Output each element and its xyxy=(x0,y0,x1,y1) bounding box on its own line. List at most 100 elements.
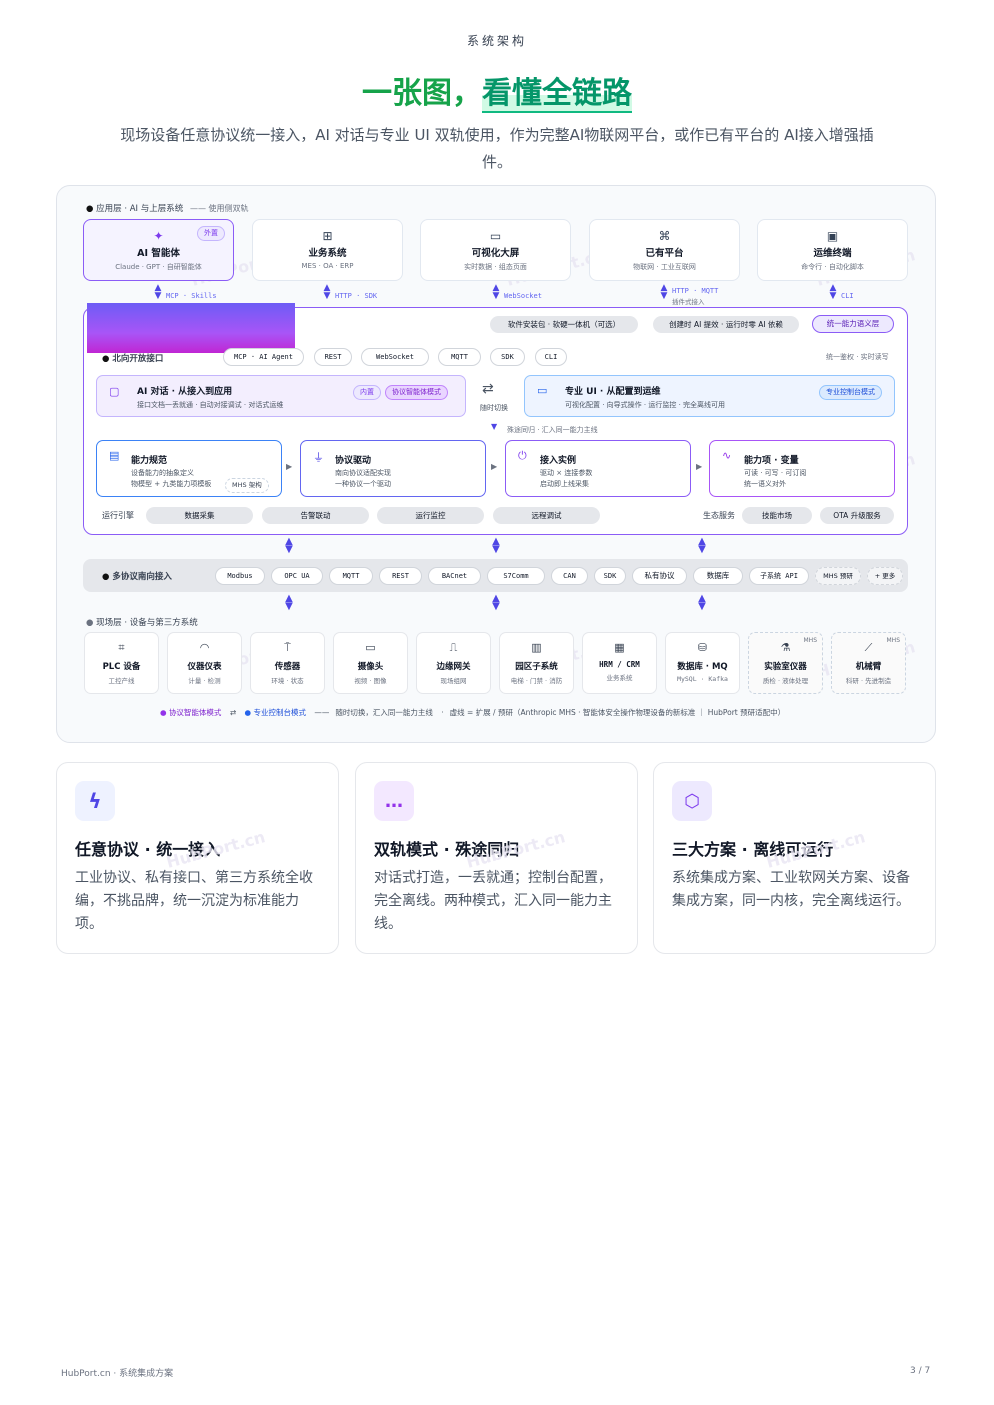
runtime-pill: 创建时 AI 提效 · 运行时零 AI 依赖 xyxy=(653,316,799,333)
app-card-sub: 实时数据 · 组态页面 xyxy=(464,263,527,271)
field-item-meter[interactable]: ◠ 仪器仪表 计量 · 检测 xyxy=(167,632,242,694)
chat-icon: … xyxy=(374,781,414,821)
router-icon: ⎍ xyxy=(449,641,458,654)
mhs-tag: MHS xyxy=(886,637,901,644)
bidirectional-arrow-icon: ▲ ▼ xyxy=(492,593,500,612)
protocol-pill[interactable]: MQTT xyxy=(329,567,373,585)
engine-item: 告警联动 xyxy=(262,507,369,524)
north-pill-mcp[interactable]: MCP · AI Agent xyxy=(223,348,304,366)
field-item-plc[interactable]: ⌗ PLC 设备 工控产线 xyxy=(84,632,159,694)
field-item-sub: 质检 · 液体处理 xyxy=(762,677,809,685)
app-card-ai-agent[interactable]: ✦ AI 智能体 Claude · GPT · 自研智能体 外置 xyxy=(83,219,234,281)
capability-variable-card[interactable]: ∿ 能力项 · 变量 可读 · 可写 · 可订阅 统一语义对外 xyxy=(709,440,895,497)
field-item-name: 园区子系统 xyxy=(515,662,558,672)
diagram-legend: ● 协议智能体模式 ⇄ ● 专业控制台模式 —— 随时切换，汇入同一能力主线 · 虚… xyxy=(160,708,786,717)
ui-track-title: 专业 UI · 从配置到运维 xyxy=(565,387,661,397)
field-layer-title: 现场层 · 设备与第三方系统 xyxy=(96,618,198,628)
field-layer-label: ● 现场层 · 设备与第三方系统 xyxy=(86,618,198,628)
console-mode-badge: 专业控制台模式 xyxy=(819,385,882,400)
connector-label: CLI xyxy=(841,292,854,300)
bidirectional-arrow-icon: ▲ ▼ xyxy=(492,283,500,301)
ai-track-panel[interactable]: ▢ AI 对话 · 从接入到应用 接口文档一丢就通 · 自动对接调试 · 对话式… xyxy=(96,375,466,417)
app-card-name: AI 智能体 xyxy=(137,248,180,259)
protocol-pill[interactable]: CAN xyxy=(551,567,588,585)
app-card-terminal[interactable]: ▣ 运维终端 命令行 · 自动化脚本 xyxy=(757,219,908,281)
deploy-pill: 软件安装包 · 软硬一体机（可选） xyxy=(490,316,638,333)
protocol-pill[interactable]: REST xyxy=(379,567,422,585)
north-pill-cli[interactable]: CLI xyxy=(535,348,567,366)
mhs-research-pill: MHS 预研 xyxy=(815,567,861,585)
mhs-badge: MHS 架构 xyxy=(225,478,269,493)
app-card-business[interactable]: ⊞ 业务系统 MES · OA · ERP xyxy=(252,219,403,281)
app-card-name: 运维终端 xyxy=(813,248,852,259)
protocol-pill[interactable]: Modbus xyxy=(215,567,265,585)
protocol-driver-card[interactable]: ⏚ 协议驱动 南向协议适配实现 一种协议一个驱动 xyxy=(300,440,486,497)
field-item-robot-arm[interactable]: MHS ⟋ 机械臂 科研 · 先进制造 xyxy=(831,632,906,694)
cap-line1: 可读 · 可写 · 可订阅 xyxy=(744,469,807,477)
north-interface-label: ● 北向开放接口 xyxy=(102,354,164,364)
cap-name: 能力项 · 变量 xyxy=(744,456,799,466)
chip-icon: ⌗ xyxy=(118,641,125,654)
field-item-campus[interactable]: ▥ 园区子系统 电梯 · 门禁 · 消防 xyxy=(499,632,574,694)
app-layer-note: —— 使用侧双轨 xyxy=(189,204,249,213)
ai-track-desc: 接口文档一丢就通 · 自动对接调试 · 对话式运维 xyxy=(137,401,284,409)
engine-item: 远程调试 xyxy=(493,507,600,524)
field-item-sensor[interactable]: ⍑ 传感器 环境 · 状态 xyxy=(250,632,325,694)
app-card-dashboard[interactable]: ▭ 可视化大屏 实时数据 · 组态页面 xyxy=(420,219,571,281)
eco-item[interactable]: OTA 升级服务 xyxy=(820,507,894,524)
ai-track-title: AI 对话 · 从接入到应用 xyxy=(137,387,233,397)
field-item-lab[interactable]: MHS ⚗ 实验室仪器 质检 · 液体处理 xyxy=(748,632,823,694)
right-arrow-icon: ▶ xyxy=(696,462,703,471)
terminal-icon: ▣ xyxy=(826,229,839,243)
monitor-icon: ▭ xyxy=(537,384,548,397)
database-icon: ⛁ xyxy=(697,641,708,654)
north-pill-sdk[interactable]: SDK xyxy=(490,348,525,366)
doc-icon: ▤ xyxy=(109,449,120,462)
feature-desc: 对话式打造，一丢就通；控制台配置，完全离线。两种模式，汇入同一能力主线。 xyxy=(374,870,612,932)
north-pill-rest[interactable]: REST xyxy=(314,348,352,366)
protocol-pill[interactable]: S7Comm xyxy=(487,567,545,585)
hubport-logo-block xyxy=(87,303,295,353)
field-item-name: 边缘网关 xyxy=(436,662,471,672)
protocol-pill[interactable]: 数据库 xyxy=(693,567,743,585)
access-instance-card[interactable]: ⏻ 接入实例 驱动 × 连接参数 启动即上线采集 xyxy=(505,440,691,497)
engine-item: 数据采集 xyxy=(146,507,253,524)
field-item-gateway[interactable]: ⎍ 边缘网关 现场组网 xyxy=(416,632,491,694)
cap-name: 接入实例 xyxy=(540,456,577,466)
monitor-icon: ▭ xyxy=(489,229,502,243)
more-protocols-pill[interactable]: + 更多 xyxy=(867,567,903,585)
bolt-icon: ϟ xyxy=(75,781,115,821)
protocol-pill[interactable]: OPC UA xyxy=(271,567,323,585)
camera-icon: ▭ xyxy=(365,641,376,654)
app-layer-title: 应用层 · AI 与上层系统 xyxy=(96,204,184,214)
north-pill-mqtt[interactable]: MQTT xyxy=(438,348,481,366)
cap-line1: 驱动 × 连接参数 xyxy=(540,469,593,477)
cube-icon: ⬡ xyxy=(672,781,712,821)
bidirectional-arrow-icon: ▲ ▼ xyxy=(285,593,293,612)
bidirectional-arrow-icon: ▲ ▼ xyxy=(154,283,162,301)
field-item-hrm-crm[interactable]: ▦ HRM / CRM 业务系统 xyxy=(582,632,657,694)
south-title: 多协议南向接入 xyxy=(112,572,172,582)
field-item-database[interactable]: ⛁ 数据库 · MQ MySQL · Kafka xyxy=(665,632,740,694)
right-arrow-icon: ▶ xyxy=(491,462,498,471)
app-card-platform[interactable]: ⌘ 已有平台 物联网 · 工业互联网 xyxy=(589,219,740,281)
ui-track-panel[interactable]: ▭ 专业 UI · 从配置到运维 可视化配置 · 向导式操作 · 运行监控 · … xyxy=(524,375,895,417)
field-item-name: 机械臂 xyxy=(855,662,882,672)
eco-label: 生态服务 xyxy=(703,511,735,520)
eco-item[interactable]: 技能市场 xyxy=(742,507,812,524)
protocol-pill[interactable]: SDK xyxy=(594,567,626,585)
engine-item: 运行监控 xyxy=(377,507,484,524)
cap-line1: 设备能力的抽象定义 xyxy=(131,469,194,477)
page-title: 一张图，看懂全链路 xyxy=(0,68,994,113)
protocol-pill[interactable]: 私有协议 xyxy=(632,567,687,585)
title-part-2: 看懂全链路 xyxy=(482,76,632,113)
protocol-pill[interactable]: 子系统 API xyxy=(749,567,809,585)
title-part-1: 一张图， xyxy=(362,76,482,111)
north-pill-websocket[interactable]: WebSocket xyxy=(361,348,429,366)
field-item-name: 传感器 xyxy=(274,662,301,672)
field-item-camera[interactable]: ▭ 摄像头 视频 · 图像 xyxy=(333,632,408,694)
bidirectional-arrow-icon: ▲ ▼ xyxy=(660,283,668,301)
field-item-name: 数据库 · MQ xyxy=(677,662,728,672)
protocol-pill[interactable]: BACnet xyxy=(428,567,481,585)
capability-spec-card[interactable]: ▤ 能力规范 设备能力的抽象定义 物模型 + 九类能力项模板 MHS 架构 xyxy=(96,440,282,497)
